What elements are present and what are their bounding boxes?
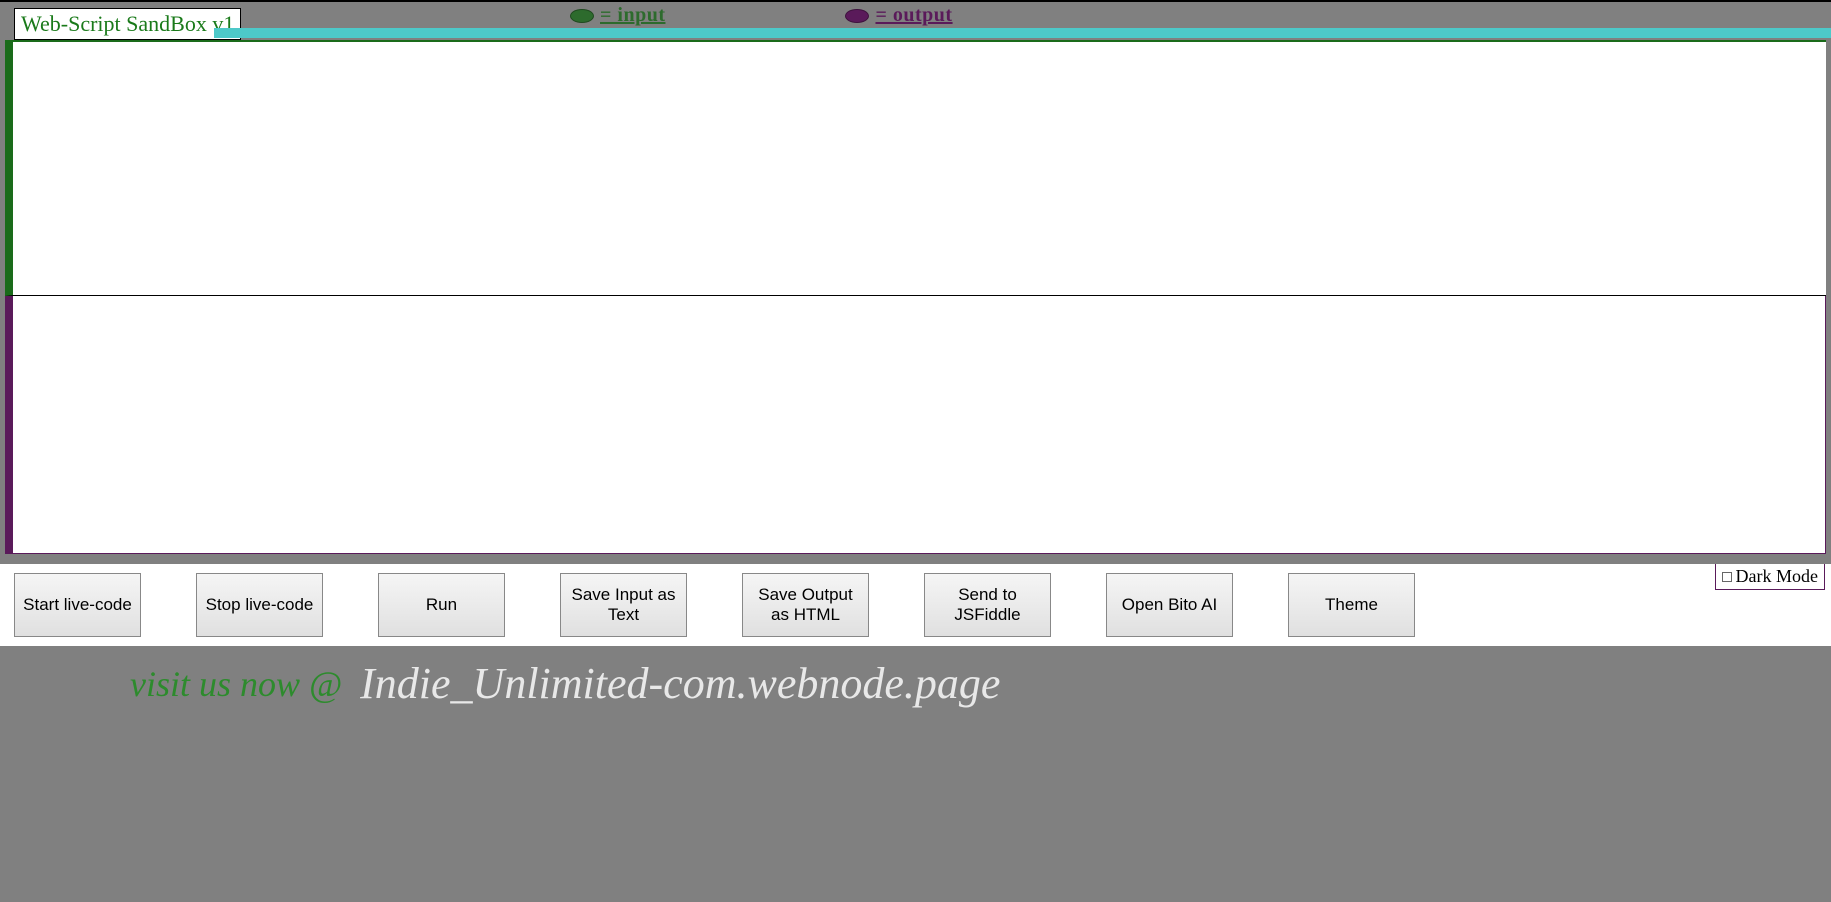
save-output-html-button[interactable]: Save Output as HTML <box>742 573 869 637</box>
button-toolbar: Start live-code Stop live-code Run Save … <box>0 564 1831 646</box>
header-accent-strip <box>214 28 1831 38</box>
legend-input-label: = input <box>600 4 665 27</box>
legend-output-label: = output <box>875 4 952 27</box>
site-link[interactable]: Indie_Unlimited-com.webnode.page <box>360 658 1000 709</box>
legend: = input = output <box>570 4 953 27</box>
legend-input: = input <box>570 4 665 27</box>
dark-mode-checkbox[interactable] <box>1722 572 1732 582</box>
header-bar: Web-Script SandBox v1 = input = output <box>0 0 1831 40</box>
start-live-code-button[interactable]: Start live-code <box>14 573 141 637</box>
visit-text: visit us now @ <box>130 663 342 705</box>
footer: visit us now @ Indie_Unlimited-com.webno… <box>0 658 1831 709</box>
theme-button[interactable]: Theme <box>1288 573 1415 637</box>
open-bito-ai-button[interactable]: Open Bito AI <box>1106 573 1233 637</box>
stop-live-code-button[interactable]: Stop live-code <box>196 573 323 637</box>
input-panel[interactable] <box>5 40 1826 296</box>
input-icon <box>570 9 594 23</box>
app-title: Web-Script SandBox v1 <box>14 8 241 40</box>
panels-container <box>0 40 1831 554</box>
dark-mode-toggle[interactable]: Dark Mode <box>1715 564 1825 590</box>
dark-mode-label: Dark Mode <box>1736 566 1818 587</box>
output-panel[interactable] <box>5 296 1826 554</box>
output-icon <box>845 9 869 23</box>
save-input-text-button[interactable]: Save Input as Text <box>560 573 687 637</box>
legend-output: = output <box>845 4 952 27</box>
send-jsfiddle-button[interactable]: Send to JSFiddle <box>924 573 1051 637</box>
run-button[interactable]: Run <box>378 573 505 637</box>
